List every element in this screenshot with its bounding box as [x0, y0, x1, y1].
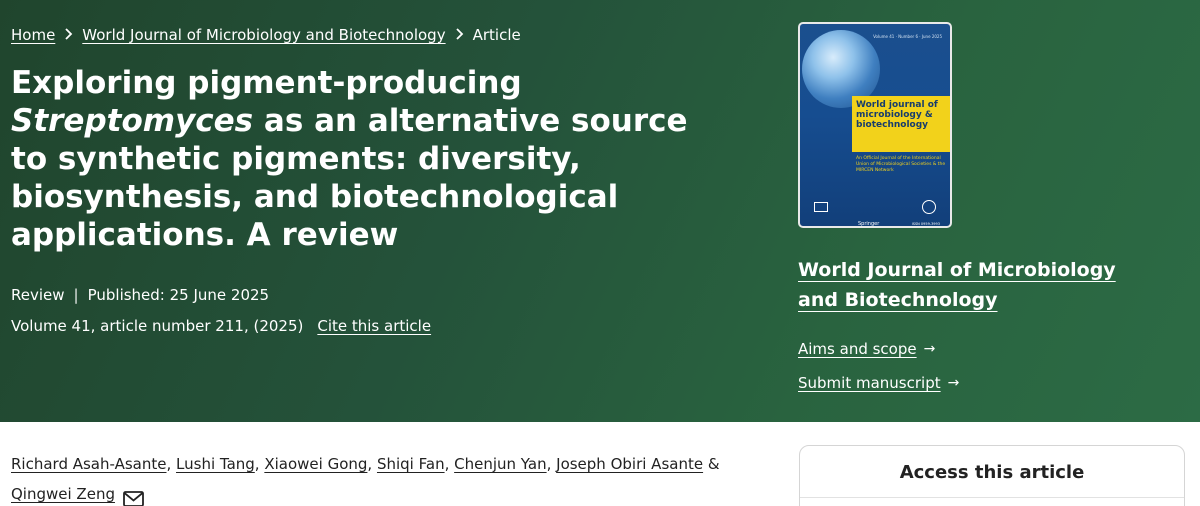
published-date: Published: 25 June 2025 [87, 286, 270, 304]
breadcrumb-journal-link[interactable]: World Journal of Microbiology and Biotec… [82, 26, 445, 44]
breadcrumb-home-link[interactable]: Home [11, 26, 55, 44]
mail-icon[interactable] [123, 487, 144, 506]
breadcrumb: Home World Journal of Microbiology and B… [11, 26, 521, 44]
unesco-logo-icon [814, 202, 828, 212]
journal-cover-image[interactable]: Volume 41 · Number 6 · June 2025 World j… [798, 22, 952, 228]
arrow-right-icon: → [923, 341, 936, 357]
cover-journal-title: World journal of microbiology & biotechn… [856, 100, 938, 130]
arrow-right-icon: → [947, 375, 960, 391]
chevron-right-icon [64, 26, 73, 44]
title-genus: Streptomyces [11, 103, 254, 139]
article-meta: Review | Published: 25 June 2025 [11, 286, 269, 304]
access-article-panel: Access this article [799, 445, 1185, 506]
author-link[interactable]: Shiqi Fan [377, 455, 445, 473]
springer-logo: Springer [858, 221, 880, 227]
author-link[interactable]: Chenjun Yan [454, 455, 546, 473]
author-link[interactable]: Xiaowei Gong [264, 455, 367, 473]
cover-issue: Volume 41 · Number 6 · June 2025 [873, 34, 942, 39]
author-conjunction: & [707, 455, 720, 473]
author-link[interactable]: Joseph Obiri Asante [556, 455, 703, 473]
access-title: Access this article [899, 462, 1085, 483]
cite-article-link[interactable]: Cite this article [317, 317, 431, 335]
author-link[interactable]: Lushi Tang [176, 455, 255, 473]
journal-title-link[interactable]: World Journal of Microbiology and Biotec… [798, 255, 1138, 315]
author-link[interactable]: Richard Asah-Asante [11, 455, 166, 473]
submit-manuscript-link[interactable]: Submit manuscript → [798, 374, 959, 392]
journal-title-text[interactable]: World Journal of Microbiology and Biotec… [798, 259, 1116, 311]
article-type: Review [11, 286, 65, 304]
submit-manuscript-label[interactable]: Submit manuscript [798, 374, 941, 392]
breadcrumb-current: Article [472, 26, 521, 44]
title-line1: Exploring pigment-producing [11, 65, 522, 101]
volume-info: Volume 41, article number 211, (2025) [11, 317, 304, 335]
cover-subtitle: An Official Journal of the International… [856, 156, 946, 173]
article-volume-row: Volume 41, article number 211, (2025) Ci… [11, 317, 431, 335]
author-link[interactable]: Qingwei Zeng [11, 485, 115, 503]
aims-scope-label[interactable]: Aims and scope [798, 340, 917, 358]
author-list: Richard Asah-Asante, Lushi Tang, Xiaowei… [11, 449, 731, 506]
article-header: Home World Journal of Microbiology and B… [0, 0, 1200, 422]
iums-logo-icon [922, 200, 936, 214]
cover-title-band: World journal of microbiology & biotechn… [852, 96, 950, 152]
chevron-right-icon [455, 26, 464, 44]
meta-divider: | [73, 286, 79, 304]
divider [800, 497, 1184, 498]
aims-scope-link[interactable]: Aims and scope → [798, 340, 935, 358]
cover-issn: ISSN 0959-3993 [911, 222, 940, 226]
page-title: Exploring pigment-producing Streptomyces … [11, 64, 731, 254]
